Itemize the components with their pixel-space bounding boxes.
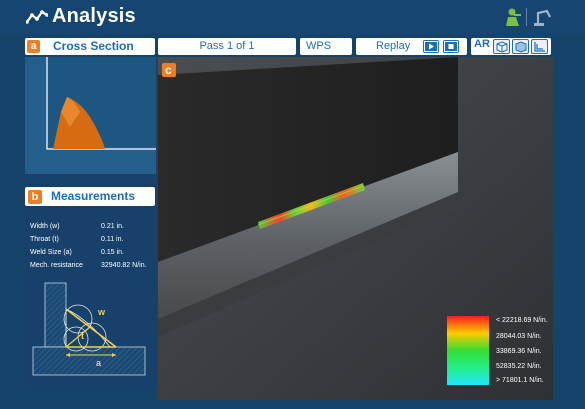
ar-button[interactable]: AR <box>474 38 490 50</box>
replay-bar[interactable]: Replay <box>356 38 467 55</box>
chart-line-icon <box>26 10 48 24</box>
cross-section-header[interactable]: a Cross Section <box>25 38 155 55</box>
title-bar: Analysis <box>0 0 585 34</box>
box-outline-icon <box>496 41 508 53</box>
box-solid-button[interactable] <box>512 39 529 54</box>
pass-selector[interactable]: Pass 1 of 1 <box>158 38 296 55</box>
legend-label: 33869.36 N/in. <box>496 348 542 355</box>
measurements-header[interactable]: b Measurements <box>25 187 155 206</box>
play-icon <box>424 41 438 52</box>
replay-label: Replay <box>376 40 411 52</box>
pass-label: Pass 1 of 1 <box>199 40 255 52</box>
weld-3d-viewport[interactable]: c <box>158 57 553 400</box>
box-outline-button[interactable] <box>493 39 510 54</box>
box-solid-icon <box>515 41 527 53</box>
layers-icon <box>534 42 545 52</box>
diagram-label-t: t <box>81 331 84 341</box>
diagram-label-w: w <box>97 307 106 317</box>
weld-diagram: w t a <box>32 282 146 376</box>
robot-arm-icon[interactable] <box>531 8 553 27</box>
page-title: Analysis <box>52 5 136 27</box>
legend-label: > 71801.1 N/in. <box>496 377 544 384</box>
layers-button[interactable] <box>531 39 548 54</box>
play-button[interactable] <box>423 40 439 53</box>
wps-label: WPS <box>306 40 332 52</box>
cross-section-title: Cross Section <box>53 39 134 53</box>
viewport-badge: c <box>165 63 172 77</box>
divider <box>526 8 527 26</box>
legend-label: 28044.03 N/in. <box>496 333 542 340</box>
legend-label: 52835.22 N/in. <box>496 363 542 370</box>
welder-icon[interactable] <box>501 8 523 27</box>
stop-icon <box>444 41 458 52</box>
measurement-label: Mech. resistance <box>30 262 83 269</box>
cross-section-view <box>25 57 156 174</box>
section-badge: a <box>27 40 40 53</box>
measurements-title: Measurements <box>51 189 136 203</box>
legend-color-scale <box>447 316 489 385</box>
measurement-row: 32940.82 N/in. <box>101 254 147 272</box>
measurement-row: Mech. resistance <box>30 254 83 272</box>
section-badge: b <box>28 190 42 204</box>
stop-button[interactable] <box>443 40 459 53</box>
legend-label: < 22218.69 N/in. <box>496 317 548 324</box>
wps-button[interactable]: WPS <box>300 38 352 55</box>
measurement-value: 32940.82 N/in. <box>101 262 147 269</box>
view-toolbar: AR <box>471 38 551 55</box>
